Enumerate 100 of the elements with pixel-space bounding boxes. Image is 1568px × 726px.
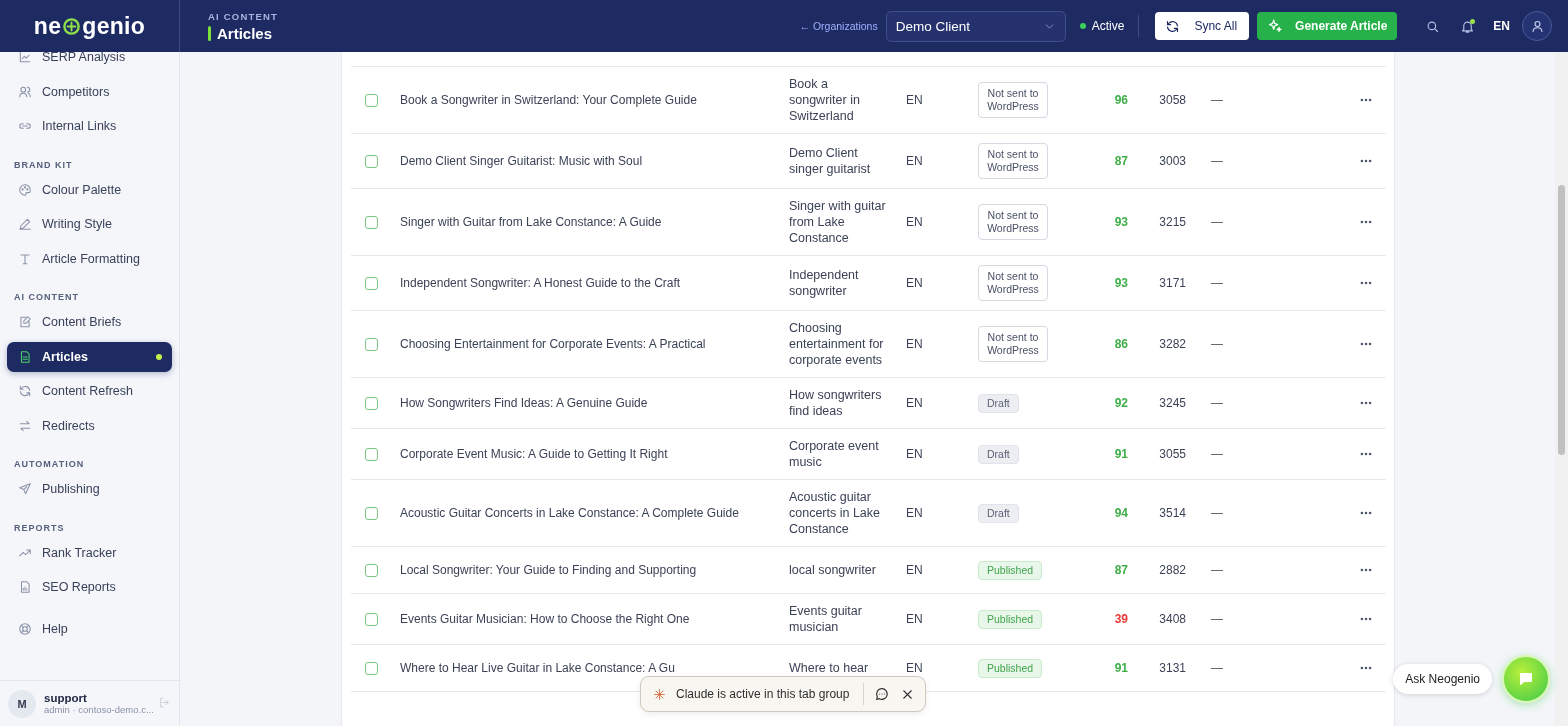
section-heading: AUTOMATION — [13, 458, 86, 471]
status-badge: Published — [978, 658, 1043, 678]
sidebar-item[interactable]: Writing Style — [7, 209, 172, 239]
sidebar-item[interactable]: Internal Links — [7, 111, 172, 141]
checkbox[interactable] — [365, 612, 378, 626]
checkbox[interactable] — [365, 506, 378, 520]
word-count-cell: 3282 — [1159, 337, 1186, 351]
table-cell: — — [1211, 563, 1223, 577]
checkbox[interactable] — [365, 337, 378, 351]
sidebar-item[interactable]: Rank Tracker — [7, 537, 172, 568]
article-title[interactable]: Events Guitar Musician: How to Choose the Right One — [400, 612, 690, 626]
word-count-cell: 3003 — [1159, 154, 1186, 168]
bell-icon[interactable] — [1460, 18, 1476, 34]
language-cell: EN — [906, 661, 923, 675]
language-cell: EN — [906, 337, 923, 351]
compass-icon — [62, 16, 82, 36]
text-icon — [18, 251, 32, 266]
article-title[interactable]: Acoustic Guitar Concerts in Lake Constance: A Complete Guide — [400, 506, 739, 520]
checkbox[interactable] — [365, 154, 378, 168]
swap-icon — [18, 418, 32, 433]
logo-text: genio — [82, 12, 146, 40]
language-cell: EN — [906, 612, 923, 626]
sidebar-item[interactable]: Redirects — [7, 410, 172, 441]
section-heading: BRAND KIT — [13, 158, 74, 172]
article-title[interactable]: Singer with Guitar from Lake Constance: A Guide — [400, 215, 662, 229]
scrollbar[interactable] — [1555, 52, 1568, 726]
score-cell: 93 — [1114, 215, 1128, 229]
active-dot — [156, 353, 162, 360]
edit-document-icon — [18, 315, 32, 329]
keyword-cell: How songwriters find ideas — [789, 388, 882, 418]
sidebar-item[interactable]: Articles — [7, 341, 172, 372]
checkbox[interactable] — [365, 93, 378, 107]
score-cell: 93 — [1114, 276, 1128, 290]
keyword-cell: Corporate event music — [789, 439, 879, 469]
sidebar-item[interactable]: Colour Palette — [7, 174, 172, 205]
sidebar-item[interactable]: Help — [7, 614, 172, 644]
status-badge: Draft — [978, 444, 1019, 464]
status-badge: Draft — [978, 393, 1019, 413]
sidebar-item[interactable]: Content Refresh — [7, 376, 172, 406]
client-select[interactable]: Demo Client — [885, 10, 1066, 42]
refresh-icon — [18, 384, 32, 398]
checkbox[interactable] — [365, 447, 378, 461]
status-badge: Not sent to WordPress — [978, 143, 1048, 179]
status-badge: Not sent to WordPress — [978, 326, 1048, 362]
keyword-cell: Where to hear — [789, 661, 869, 675]
keyword-cell: local songwriter — [789, 563, 876, 577]
article-title[interactable]: Book a Songwriter in Switzerland: Your Complete Guide — [400, 93, 697, 107]
send-icon — [18, 482, 32, 496]
score-cell: 87 — [1114, 563, 1128, 577]
keyword-cell: Events guitar musician — [789, 604, 862, 634]
language-cell: EN — [906, 215, 923, 229]
sidebar-item[interactable]: Article Formatting — [7, 243, 172, 274]
score-cell: 92 — [1114, 396, 1128, 410]
article-title[interactable]: How Songwriters Find Ideas: A Genuine Guide — [400, 396, 648, 410]
sync-all-button[interactable]: Sync All — [1155, 12, 1250, 40]
article-title[interactable]: Independent Songwriter: A Honest Guide to the Craft — [400, 276, 681, 290]
checkbox[interactable] — [365, 215, 378, 229]
word-count-cell: 3408 — [1159, 612, 1186, 626]
ask-assistant-label[interactable]: Ask Neogenio — [1393, 664, 1492, 694]
status-badge: Published — [978, 560, 1043, 580]
sidebar-item[interactable]: SERP Analysis — [7, 52, 172, 72]
sidebar-item[interactable]: Competitors — [7, 76, 172, 107]
checkbox[interactable] — [365, 396, 378, 410]
keyword-cell: Demo Client singer guitarist — [789, 146, 871, 176]
page-title: Articles — [217, 24, 273, 42]
section-heading: REPORTS — [13, 521, 66, 535]
language-cell: EN — [906, 93, 923, 107]
checkbox[interactable] — [365, 276, 378, 290]
table-cell: — — [1211, 661, 1223, 675]
article-title[interactable]: Where to Hear Live Guitar in Lake Constance: A Gu — [400, 661, 675, 675]
accent-bar — [208, 25, 211, 41]
status-badge: Draft — [978, 503, 1019, 523]
language-cell: EN — [906, 276, 923, 290]
word-count-cell: 3215 — [1159, 215, 1186, 229]
article-title[interactable]: Local Songwriter: Your Guide to Finding and Supporting — [400, 563, 697, 577]
section-label: AI CONTENT — [208, 10, 280, 22]
word-count-cell: 2882 — [1159, 563, 1186, 577]
status-badge: Not sent to WordPress — [978, 204, 1048, 240]
article-title[interactable]: Demo Client Singer Guitarist: Music with Soul — [400, 154, 643, 168]
keyword-cell: Independent songwriter — [789, 268, 859, 298]
table-cell: — — [1211, 506, 1223, 520]
table-cell: — — [1211, 447, 1223, 461]
user-avatar[interactable] — [1522, 11, 1552, 41]
score-cell: 39 — [1114, 612, 1128, 626]
article-title[interactable]: Choosing Entertainment for Corporate Events: A Practical — [400, 337, 706, 351]
word-count-cell: 3245 — [1159, 396, 1186, 410]
organizations-link[interactable]: ← Organizations — [799, 20, 878, 32]
help-icon — [18, 622, 32, 636]
word-count-cell: 3131 — [1159, 661, 1186, 675]
sidebar-item[interactable]: Publishing — [7, 474, 172, 504]
table-cell: — — [1211, 154, 1223, 168]
word-count-cell: 3058 — [1159, 93, 1186, 107]
pen-icon — [18, 217, 32, 231]
sidebar-item[interactable]: SEO Reports — [7, 572, 172, 602]
checkbox[interactable] — [365, 661, 378, 675]
article-title[interactable]: Corporate Event Music: A Guide to Getting It Right — [400, 447, 668, 461]
score-cell: 91 — [1114, 661, 1128, 675]
sidebar-item[interactable]: Content Briefs — [7, 307, 172, 337]
checkbox[interactable] — [365, 563, 378, 577]
chat-icon[interactable] — [874, 686, 890, 702]
